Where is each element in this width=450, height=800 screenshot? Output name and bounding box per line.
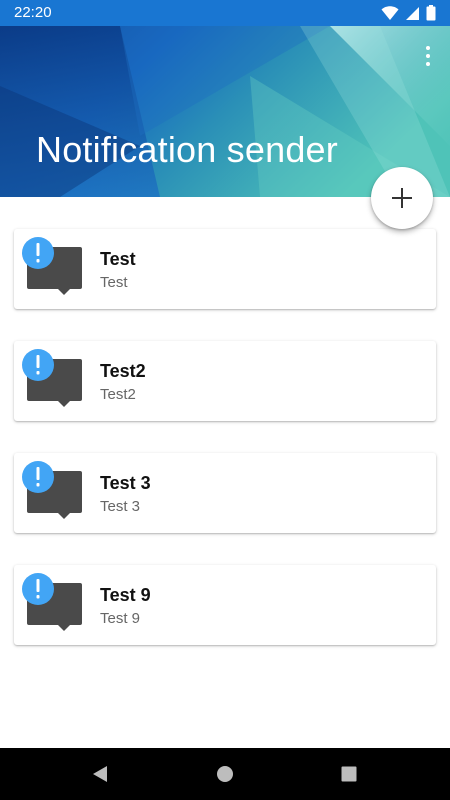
status-icons <box>381 5 436 21</box>
app-title: Notification sender <box>36 129 338 170</box>
header-banner: Notification sender <box>0 26 450 197</box>
notification-card[interactable]: Test 3 Test 3 <box>14 453 436 533</box>
status-time: 22:20 <box>14 4 52 21</box>
plus-icon <box>392 188 412 208</box>
navigation-bar <box>0 748 450 800</box>
notification-subtitle: Test <box>100 274 128 291</box>
notification-title: Test 3 <box>100 473 151 493</box>
battery-icon <box>426 5 436 21</box>
notification-title: Test 9 <box>100 585 151 605</box>
wifi-icon <box>381 5 399 20</box>
notification-card[interactable]: Test 9 Test 9 <box>14 565 436 645</box>
app-screen: 22:20 Notification sender Test Test Test… <box>0 0 450 800</box>
chat-bubble-icon <box>22 573 82 631</box>
notification-subtitle: Test 9 <box>100 610 141 627</box>
more-vert-icon[interactable] <box>420 44 436 68</box>
header-background <box>0 26 450 197</box>
add-notification-button[interactable] <box>371 167 433 229</box>
notification-title: Test <box>100 249 136 269</box>
notification-card[interactable]: Test2 Test2 <box>14 341 436 421</box>
signal-icon <box>406 6 419 20</box>
chat-bubble-icon <box>22 237 82 295</box>
notification-subtitle: Test2 <box>100 386 136 403</box>
home-circle-icon[interactable] <box>213 762 237 786</box>
chat-bubble-icon <box>22 461 82 519</box>
recents-square-icon[interactable] <box>337 762 361 786</box>
chat-bubble-icon <box>22 349 82 407</box>
back-triangle-icon[interactable] <box>88 762 112 786</box>
notification-subtitle: Test 3 <box>100 498 141 515</box>
status-bar: 22:20 <box>0 0 450 26</box>
notification-title: Test2 <box>100 361 146 381</box>
notification-card[interactable]: Test Test <box>14 229 436 309</box>
